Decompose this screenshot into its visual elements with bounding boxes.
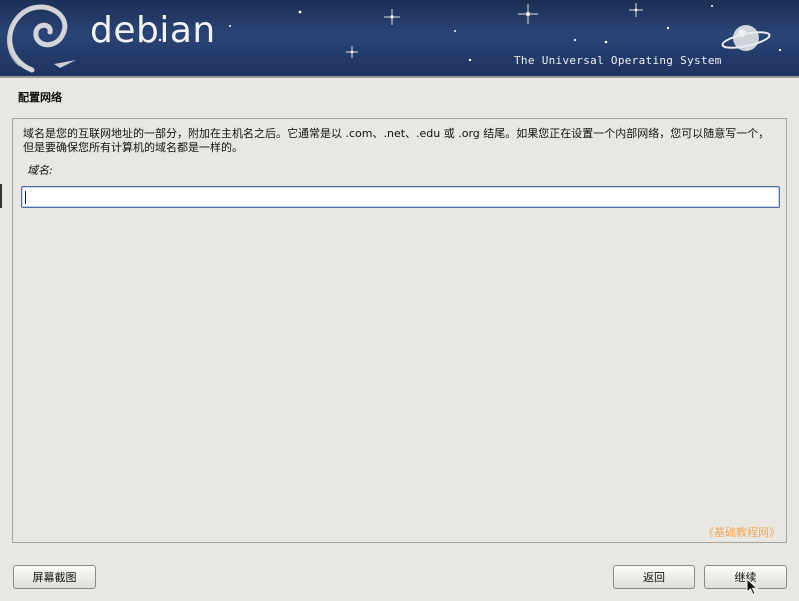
watermark-text: 《基础教程网》 bbox=[703, 526, 780, 539]
focus-marker bbox=[0, 184, 2, 208]
domain-input-frame[interactable] bbox=[21, 186, 780, 208]
domain-input[interactable] bbox=[22, 187, 779, 207]
screenshot-button[interactable]: 屏幕截图 bbox=[13, 565, 96, 589]
planet-icon bbox=[721, 25, 771, 51]
banner-tagline: The Universal Operating System bbox=[514, 54, 722, 67]
domain-field-label: 域名: bbox=[27, 164, 53, 177]
banner-divider bbox=[0, 76, 799, 78]
content-panel: 域名是您的互联网地址的一部分，附加在主机名之后。它通常是以 .com、.net、… bbox=[12, 118, 787, 543]
debian-swirl-icon bbox=[6, 4, 68, 73]
mouse-cursor-icon bbox=[746, 578, 758, 596]
text-caret bbox=[25, 191, 26, 204]
debian-logo-text: debian bbox=[90, 10, 216, 51]
debian-banner: debian The Universal Operating System bbox=[0, 0, 799, 76]
page-title: 配置网络 bbox=[18, 91, 62, 104]
domain-description: 域名是您的互联网地址的一部分，附加在主机名之后。它通常是以 .com、.net、… bbox=[23, 127, 770, 154]
back-button[interactable]: 返回 bbox=[613, 565, 695, 589]
